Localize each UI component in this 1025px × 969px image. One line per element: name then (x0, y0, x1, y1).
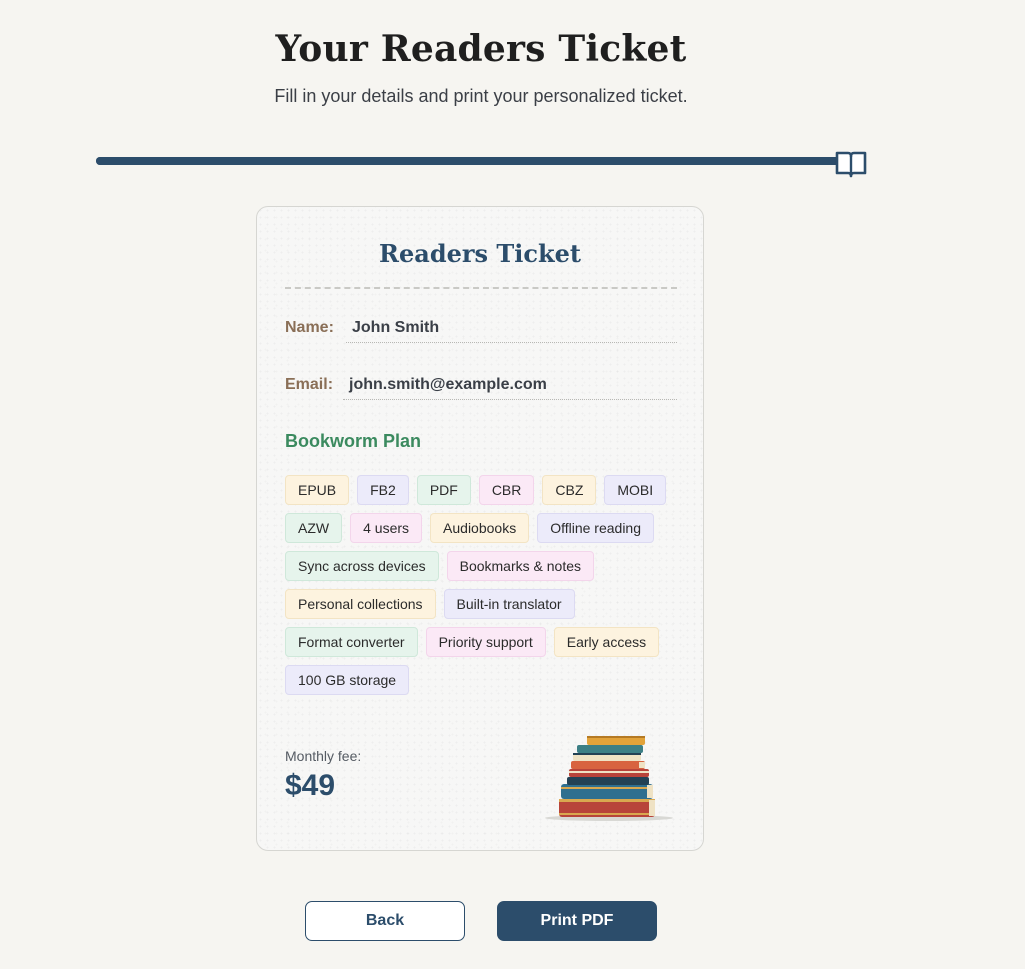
ticket-title: Readers Ticket (379, 239, 581, 268)
feature-tag: AZW (285, 513, 343, 543)
feature-tags: EPUB FB2 PDF CBR CBZ MOBI AZW 4 users Audiobooks… (285, 475, 685, 695)
email-value: john.smith@example.com (343, 374, 677, 400)
feature-tag: Audiobooks (430, 513, 530, 543)
feature-tag: 100 GB storage (285, 665, 410, 695)
feature-tag: Early access (553, 627, 660, 657)
feature-tag: Offline reading (537, 513, 655, 543)
ticket-divider (285, 287, 677, 289)
feature-tag: CBR (478, 475, 535, 505)
email-row: Email: john.smith@example.com (285, 374, 677, 400)
feature-tag: PDF (416, 475, 471, 505)
open-book-icon (835, 151, 867, 178)
name-row: Name: John Smith (285, 317, 677, 343)
readers-ticket-card: Readers Ticket Name: John Smith Email: j… (256, 206, 704, 851)
print-pdf-button[interactable]: Print PDF (497, 901, 657, 941)
progress-fill (96, 157, 844, 165)
page-subtitle: Fill in your details and print your pers… (274, 86, 688, 106)
feature-tag: Bookmarks & notes (446, 551, 594, 581)
name-value: John Smith (346, 317, 677, 343)
fee-label: Monthly fee: (285, 748, 362, 764)
feature-tag: CBZ (542, 475, 597, 505)
feature-tag: MOBI (604, 475, 667, 505)
feature-tag: EPUB (285, 475, 350, 505)
feature-tag: FB2 (357, 475, 409, 505)
name-label: Name: (285, 319, 334, 336)
progress-bar (96, 157, 844, 165)
feature-tag: Sync across devices (285, 551, 439, 581)
feature-tag: Format converter (285, 627, 418, 657)
feature-tag: Personal collections (285, 589, 436, 619)
feature-tag: 4 users (350, 513, 423, 543)
feature-tag: Priority support (425, 627, 546, 657)
plan-name: Bookworm Plan (285, 431, 422, 451)
feature-tag: Built-in translator (443, 589, 575, 619)
book-stack-icon (545, 736, 673, 821)
page-title: Your Readers Ticket (275, 28, 687, 70)
email-label: Email: (285, 376, 334, 393)
back-button[interactable]: Back (305, 901, 465, 941)
fee-value: $49 (285, 769, 336, 802)
